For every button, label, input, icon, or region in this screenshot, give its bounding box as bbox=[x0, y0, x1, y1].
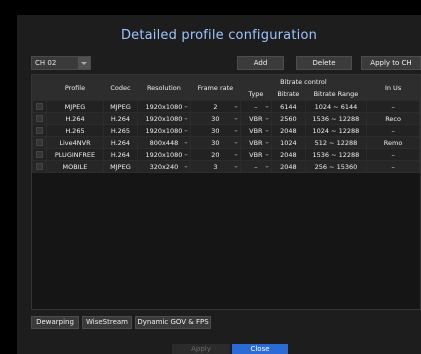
row-checkbox[interactable] bbox=[35, 139, 43, 146]
delete-button[interactable]: Delete bbox=[296, 56, 352, 70]
cell-bitrate-range: 512 ~ 12288 bbox=[304, 136, 368, 149]
cell-in-use: – bbox=[366, 124, 420, 137]
cell-bitrate[interactable]: 2048 bbox=[271, 148, 306, 161]
cell-type[interactable]: VBR bbox=[239, 136, 273, 149]
cell-bitrate-range: 1024 ~ 12288 bbox=[304, 124, 368, 137]
cell-codec: H.265 bbox=[103, 124, 138, 137]
cell-bitrate-range: 1024 ~ 6144 bbox=[304, 100, 368, 113]
cell-resolution[interactable]: 320x240 bbox=[136, 160, 192, 173]
profile-table-container: Profile Codec Resolution Frame rate Bitr… bbox=[31, 74, 421, 310]
cell-frame-rate[interactable]: 2 bbox=[190, 100, 241, 113]
cell-profile: MOBILE bbox=[45, 160, 105, 173]
dialog-title: Detailed profile configuration bbox=[120, 28, 318, 43]
row-checkbox[interactable] bbox=[35, 115, 43, 122]
table-row[interactable]: MJPEG MJPEG 1920x1080 2 – 6144 1024 ~ 61… bbox=[32, 100, 420, 113]
header-bitrate-range: Bitrate Range bbox=[304, 87, 368, 101]
cell-codec: H.264 bbox=[103, 136, 138, 149]
row-checkbox[interactable] bbox=[35, 163, 43, 170]
row-checkbox[interactable] bbox=[35, 103, 43, 110]
row-checkbox[interactable] bbox=[35, 127, 43, 134]
cell-bitrate[interactable]: 2048 bbox=[271, 124, 306, 137]
cell-resolution[interactable]: 1920x1080 bbox=[136, 148, 192, 161]
channel-select-value: CH 02 bbox=[35, 59, 57, 67]
cell-bitrate-range: 256 ~ 15360 bbox=[304, 160, 368, 173]
cell-frame-rate[interactable]: 3 bbox=[190, 160, 241, 173]
cell-type[interactable]: VBR bbox=[239, 148, 273, 161]
cell-profile: H.265 bbox=[45, 124, 105, 137]
cell-bitrate[interactable]: 6144 bbox=[271, 100, 306, 113]
cell-profile: MJPEG bbox=[45, 100, 105, 113]
cell-resolution[interactable]: 1920x1080 bbox=[136, 124, 192, 137]
apply-button[interactable]: Apply bbox=[172, 344, 230, 354]
cell-resolution[interactable]: 1920x1080 bbox=[136, 112, 192, 125]
cell-frame-rate[interactable]: 30 bbox=[190, 124, 241, 137]
cell-profile: PLUGINFREE bbox=[45, 148, 105, 161]
tab-dynamic-gov-fps[interactable]: Dynamic GOV & FPS bbox=[135, 316, 211, 329]
cell-frame-rate[interactable]: 20 bbox=[190, 148, 241, 161]
cell-codec: MJPEG bbox=[103, 160, 138, 173]
cell-type[interactable]: – bbox=[239, 100, 273, 113]
cell-in-use: – bbox=[366, 100, 420, 113]
cell-profile: Live4NVR bbox=[45, 136, 105, 149]
header-bitrate: Bitrate bbox=[271, 87, 306, 101]
cell-codec: MJPEG bbox=[103, 100, 138, 113]
cell-type[interactable]: – bbox=[239, 160, 273, 173]
cell-resolution[interactable]: 800x448 bbox=[136, 136, 192, 149]
cell-in-use: – bbox=[366, 160, 420, 173]
cell-bitrate[interactable]: 1024 bbox=[271, 136, 306, 149]
tab-wisestream[interactable]: WiseStream bbox=[82, 316, 132, 329]
cell-bitrate[interactable]: 2560 bbox=[271, 112, 306, 125]
table-row[interactable]: MOBILE MJPEG 320x240 3 – 2048 256 ~ 1536… bbox=[32, 160, 420, 173]
add-button[interactable]: Add bbox=[237, 56, 284, 70]
header-frame-rate: Frame rate bbox=[190, 75, 241, 101]
cell-in-use: Remo bbox=[366, 136, 420, 149]
table-row[interactable]: Live4NVR H.264 800x448 30 VBR 1024 512 ~… bbox=[32, 136, 420, 149]
profile-table: Profile Codec Resolution Frame rate Bitr… bbox=[32, 75, 420, 173]
table-row[interactable]: H.264 H.264 1920x1080 30 VBR 2560 1536 ~… bbox=[32, 112, 420, 125]
cell-bitrate-range: 1536 ~ 12288 bbox=[304, 112, 368, 125]
channel-select[interactable]: CH 02 bbox=[31, 56, 91, 70]
table-row[interactable]: H.265 H.265 1920x1080 30 VBR 2048 1024 ~… bbox=[32, 124, 420, 137]
cell-bitrate-range: 1536 ~ 12288 bbox=[304, 148, 368, 161]
cell-in-use: Reco bbox=[366, 112, 420, 125]
header-profile: Profile bbox=[45, 75, 105, 101]
apply-to-ch-button[interactable]: Apply to CH bbox=[361, 56, 421, 70]
cell-bitrate[interactable]: 2048 bbox=[271, 160, 306, 173]
cell-type[interactable]: VBR bbox=[239, 112, 273, 125]
cell-profile: H.264 bbox=[45, 112, 105, 125]
cell-codec: H.264 bbox=[103, 112, 138, 125]
cell-type[interactable]: VBR bbox=[239, 124, 273, 137]
cell-frame-rate[interactable]: 30 bbox=[190, 136, 241, 149]
header-resolution: Resolution bbox=[136, 75, 192, 101]
chevron-down-icon bbox=[78, 57, 90, 69]
header-type: Type bbox=[239, 87, 273, 101]
cell-resolution[interactable]: 1920x1080 bbox=[136, 100, 192, 113]
cell-codec: H.264 bbox=[103, 148, 138, 161]
cell-in-use: – bbox=[366, 148, 420, 161]
header-bitrate-control: Bitrate control bbox=[239, 75, 368, 88]
table-row[interactable]: PLUGINFREE H.264 1920x1080 20 VBR 2048 1… bbox=[32, 148, 420, 161]
tab-dewarping[interactable]: Dewarping bbox=[31, 316, 79, 329]
header-codec: Codec bbox=[103, 75, 138, 101]
header-in-use: In Us bbox=[366, 75, 420, 101]
header-select bbox=[32, 75, 47, 101]
close-button[interactable]: Close bbox=[232, 344, 288, 354]
row-checkbox[interactable] bbox=[35, 151, 43, 158]
cell-frame-rate[interactable]: 30 bbox=[190, 112, 241, 125]
